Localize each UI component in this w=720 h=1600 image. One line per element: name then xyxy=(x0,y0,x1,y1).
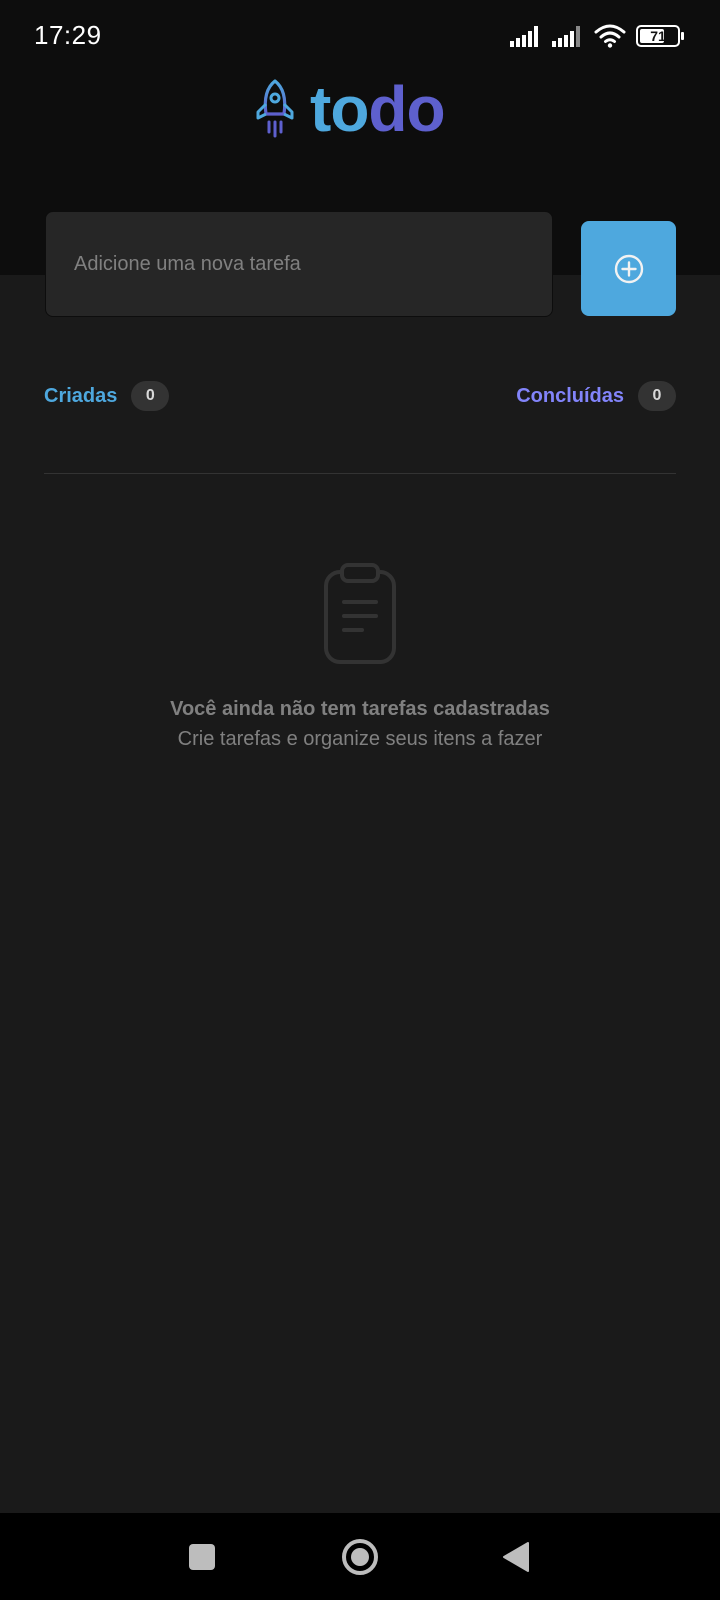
done-label: Concluídas xyxy=(516,384,624,407)
add-task-button[interactable] xyxy=(581,221,676,316)
app-logo: todo xyxy=(254,77,446,141)
signal-icon xyxy=(510,26,538,47)
status-icons: 71 xyxy=(510,22,684,50)
rocket-icon xyxy=(256,79,294,138)
clipboard-icon xyxy=(324,563,396,664)
wifi-icon xyxy=(594,24,626,48)
plus-circle-icon xyxy=(614,254,643,283)
logo-text-part2: do xyxy=(368,73,445,145)
list-divider xyxy=(44,473,676,474)
recents-icon xyxy=(189,1544,215,1570)
status-time: 17:29 xyxy=(34,20,102,50)
logo-text-part1: to xyxy=(310,73,369,145)
home-button[interactable] xyxy=(330,1527,390,1587)
system-nav-bar xyxy=(0,1513,720,1600)
recents-button[interactable] xyxy=(172,1527,232,1587)
done-count-badge: 0 xyxy=(638,381,676,411)
done-counter: Concluídas 0 xyxy=(516,378,676,414)
battery-level: 71 xyxy=(650,28,666,44)
logo-text: todo xyxy=(310,77,446,141)
app-screen: 17:29 71 todo Adicione uma nova tarefa C… xyxy=(0,0,720,1600)
created-counter: Criadas 0 xyxy=(44,378,170,414)
battery-icon: 71 xyxy=(636,25,684,47)
battery-tip xyxy=(681,32,684,40)
home-icon xyxy=(342,1539,378,1575)
back-button[interactable] xyxy=(486,1527,546,1587)
empty-state-subtitle: Crie tarefas e organize seus itens a faz… xyxy=(177,728,543,750)
new-task-input[interactable] xyxy=(45,211,553,317)
created-count-badge: 0 xyxy=(131,381,170,411)
empty-state-title: Você ainda não tem tarefas cadastradas xyxy=(170,698,550,720)
status-bar: 17:29 71 xyxy=(0,0,720,72)
signal-icon xyxy=(552,26,580,47)
back-icon xyxy=(503,1542,529,1572)
created-label: Criadas xyxy=(44,384,118,407)
